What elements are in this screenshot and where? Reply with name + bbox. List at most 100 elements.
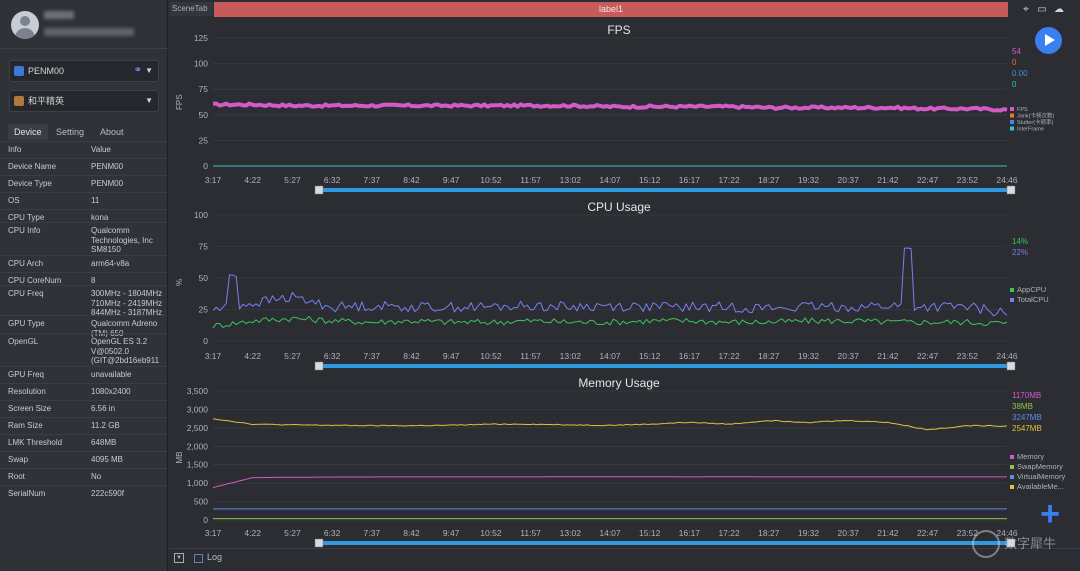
x-tick-label: 6:32 xyxy=(324,528,341,538)
x-tick-label: 22:47 xyxy=(917,175,939,185)
y-tick-label: 75 xyxy=(199,242,209,252)
y-tick-label: 2,000 xyxy=(187,441,209,451)
android-icon xyxy=(14,66,24,76)
x-tick-label: 20:37 xyxy=(838,528,860,538)
legend-entry: TotalCPU xyxy=(1017,295,1049,304)
y-tick-label: 50 xyxy=(199,273,209,283)
info-key: Ram Size xyxy=(8,421,43,430)
info-value: Qualcomm Technologies, Inc SM8150 xyxy=(91,226,153,254)
x-tick-label: 23:52 xyxy=(957,351,979,361)
device-dropdown-value: PENM00 xyxy=(28,66,65,76)
legend-entry: VirtualMemory xyxy=(1017,472,1065,481)
table-row: CPU Type kona xyxy=(0,209,167,222)
x-tick-label: 16:17 xyxy=(679,528,701,538)
avatar[interactable] xyxy=(11,11,39,39)
x-tick-label: 11:57 xyxy=(520,175,541,185)
tab-setting[interactable]: Setting xyxy=(50,124,90,140)
watermark: 数字犀牛 xyxy=(972,529,1080,559)
range-slider-track xyxy=(319,541,1011,545)
watermark-text: 数字犀牛 xyxy=(1004,536,1057,551)
x-tick-label: 24:46 xyxy=(996,351,1018,361)
divider xyxy=(0,48,168,49)
x-tick-label: 23:52 xyxy=(957,175,979,185)
info-key: Resolution xyxy=(8,387,46,396)
app-icon xyxy=(14,96,24,106)
watermark-logo xyxy=(972,530,1000,558)
y-axis-label: MB xyxy=(175,452,184,464)
log-label: Log xyxy=(207,552,223,562)
table-row: GPU Freq unavailable xyxy=(0,366,167,383)
chart-title: FPS xyxy=(607,23,630,37)
blurred-account xyxy=(44,28,134,36)
y-tick-label: 2,500 xyxy=(187,423,209,433)
current-value: 38MB xyxy=(1012,402,1033,411)
x-tick-label: 17:22 xyxy=(718,528,740,538)
x-tick-label: 24:46 xyxy=(996,175,1018,185)
legend-swatch xyxy=(1010,107,1014,111)
y-tick-label: 50 xyxy=(199,110,209,120)
x-tick-label: 14:07 xyxy=(599,351,621,361)
chart-title: CPU Usage xyxy=(587,200,651,214)
info-key: CPU Arch xyxy=(8,259,44,268)
info-value: 1080x2400 xyxy=(91,387,131,396)
y-tick-label: 25 xyxy=(199,305,209,315)
info-value: 4095 MB xyxy=(91,455,124,464)
x-tick-label: 9:47 xyxy=(443,175,460,185)
info-key: GPU Type xyxy=(8,319,45,328)
info-key: Device Name xyxy=(8,162,57,171)
current-value: 0 xyxy=(1012,58,1017,67)
x-tick-label: 3:17 xyxy=(205,351,222,361)
x-tick-label: 9:47 xyxy=(443,528,460,538)
current-value: 14% xyxy=(1012,237,1028,246)
link-icon[interactable]: ⚭ xyxy=(134,61,142,81)
range-slider-track xyxy=(319,188,1011,192)
range-slider-handle-left xyxy=(314,185,324,195)
series-line-memory xyxy=(212,476,1007,489)
blurred-username xyxy=(44,11,74,19)
legend-entry: SwapMemory xyxy=(1017,462,1063,471)
table-row: Screen Size 6.56 in xyxy=(0,400,167,417)
x-tick-label: 13:02 xyxy=(560,528,582,538)
legend-entry: AppCPU xyxy=(1017,285,1046,294)
info-value: 11 xyxy=(91,196,100,205)
x-tick-label: 7:37 xyxy=(364,351,381,361)
chart-title: Memory Usage xyxy=(578,376,660,390)
x-tick-label: 10:52 xyxy=(480,351,502,361)
current-value: 0 xyxy=(1012,80,1017,89)
range-slider-handle-left xyxy=(314,538,324,548)
x-tick-label: 16:17 xyxy=(679,175,701,185)
play-button[interactable] xyxy=(1035,27,1062,54)
chevron-down-icon: ▼ xyxy=(145,66,153,75)
x-tick-label: 5:27 xyxy=(284,175,301,185)
app-dropdown[interactable]: 和平精英 ▼ xyxy=(9,90,159,112)
x-tick-label: 20:37 xyxy=(838,175,860,185)
tab-about[interactable]: About xyxy=(94,124,130,140)
info-key: GPU Freq xyxy=(8,370,45,379)
tab-device[interactable]: Device xyxy=(8,124,48,140)
legend-swatch xyxy=(1010,465,1014,469)
x-tick-label: 6:32 xyxy=(324,175,341,185)
device-dropdown[interactable]: PENM00 ⚭ ▼ xyxy=(9,60,159,82)
info-value: unavailable xyxy=(91,370,132,379)
info-key: SerialNum xyxy=(8,489,46,498)
log-checkbox[interactable] xyxy=(194,554,203,563)
collapse-icon[interactable]: ▼ xyxy=(174,553,184,563)
x-tick-label: 15:12 xyxy=(639,351,661,361)
y-tick-label: 0 xyxy=(203,515,208,525)
series-line-totalcpu xyxy=(212,247,1008,317)
info-key: CPU Freq xyxy=(8,289,44,298)
x-tick-label: 8:42 xyxy=(403,351,420,361)
x-tick-label: 15:12 xyxy=(639,175,661,185)
y-tick-label: 100 xyxy=(194,210,208,220)
legend-swatch xyxy=(1010,120,1014,124)
x-tick-label: 10:52 xyxy=(480,175,502,185)
info-key: LMK Threshold xyxy=(8,438,63,447)
x-tick-label: 3:17 xyxy=(205,175,222,185)
add-button[interactable]: + xyxy=(1037,497,1063,531)
y-tick-label: 0 xyxy=(203,161,208,171)
x-tick-label: 9:47 xyxy=(443,351,460,361)
legend-entry: Jank(卡顿次数) xyxy=(1017,112,1054,120)
x-tick-label: 14:07 xyxy=(599,175,621,185)
current-value: 54 xyxy=(1012,47,1021,56)
current-value: 0.00 xyxy=(1012,69,1028,78)
